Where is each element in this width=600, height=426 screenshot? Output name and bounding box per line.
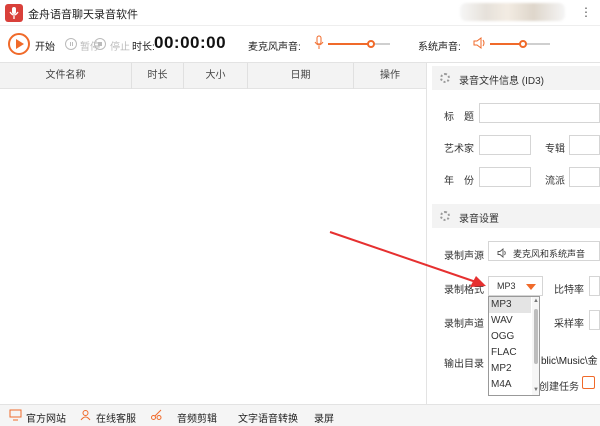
artist-label: 艺术家 (444, 144, 474, 155)
user-support-icon (80, 410, 91, 421)
audio-edit-button[interactable]: 音频剪辑 (177, 410, 217, 425)
system-volume-label: 系统声音: (418, 42, 461, 53)
bottom-toolbar: 官方网站 在线客服 音频剪辑 文字语音转换 录屏 (0, 404, 600, 426)
text-to-speech-button[interactable]: 文字语音转换 (238, 410, 298, 425)
settings-section-header: 录音设置 (432, 204, 600, 228)
duration-value: 00:00:00 (154, 33, 227, 52)
mic-volume-slider[interactable] (328, 40, 390, 48)
format-selected-value: MP3 (497, 281, 516, 291)
id3-section-title: 录音文件信息 (ID3) (459, 76, 544, 87)
format-option-m4a[interactable]: M4A (489, 377, 531, 393)
column-header-size[interactable]: 大小 (184, 63, 248, 89)
column-header-date[interactable]: 日期 (248, 63, 354, 89)
record-control-bar: 开始 暂停 停止 时长: 00:00:00 麦克风声音: 系统声音: (0, 26, 600, 63)
album-input[interactable] (569, 135, 600, 155)
speaker-icon (497, 248, 506, 258)
format-label: 录制格式 (444, 285, 484, 296)
file-list-header: 文件名称 时长 大小 日期 操作 (0, 63, 426, 89)
column-header-actions[interactable]: 操作 (354, 63, 426, 89)
stop-button[interactable]: 停止 (110, 38, 130, 53)
start-record-icon[interactable] (8, 33, 30, 55)
title-label: 标 题 (444, 112, 474, 123)
chevron-down-icon[interactable] (526, 284, 536, 290)
output-dir-label: 输出目录 (444, 359, 484, 370)
samplerate-label: 采样率 (554, 319, 584, 330)
scroll-up-icon[interactable]: ▲ (533, 298, 539, 304)
bitrate-label: 比特率 (554, 285, 584, 296)
channel-label: 录制声道 (444, 319, 484, 330)
mic-volume-label: 麦克风声音: (248, 42, 301, 53)
format-dropdown-list[interactable]: MP3 WAV OGG FLAC MP2 M4A ▲ ▼ (488, 296, 540, 396)
task-icon[interactable] (582, 376, 595, 389)
album-label: 专辑 (545, 144, 565, 155)
format-option-mp2[interactable]: MP2 (489, 361, 531, 377)
pause-icon[interactable] (65, 38, 77, 50)
online-support-link[interactable]: 在线客服 (96, 410, 136, 425)
system-volume-slider[interactable] (490, 40, 550, 48)
artist-input[interactable] (479, 135, 531, 155)
app-title: 金舟语音聊天录音软件 (28, 9, 138, 21)
audio-edit-icon (151, 409, 162, 420)
create-task-label: 创建任务 (539, 382, 579, 393)
panel-divider (426, 63, 427, 404)
audio-source-label: 录制声源 (444, 251, 484, 262)
title-bar: 金舟语音聊天录音软件 ⋮ (0, 0, 600, 26)
user-account-blurred[interactable] (460, 3, 565, 21)
format-option-mp3[interactable]: MP3 (489, 297, 531, 313)
monitor-icon (9, 409, 22, 421)
bitrate-select[interactable] (589, 276, 600, 296)
stop-icon[interactable] (94, 38, 106, 50)
audio-source-value: 麦克风和系统声音 (513, 249, 586, 259)
id3-section-header: 录音文件信息 (ID3) (432, 66, 600, 90)
app-logo-icon (5, 4, 23, 22)
microphone-icon (314, 35, 324, 49)
title-input[interactable] (479, 103, 600, 123)
genre-input[interactable] (569, 167, 600, 187)
dropdown-scrollbar[interactable]: ▲ ▼ (532, 297, 539, 395)
official-website-link[interactable]: 官方网站 (26, 410, 66, 425)
duration-label: 时长: (132, 42, 155, 53)
system-volume-knob[interactable] (519, 40, 527, 48)
scroll-down-icon[interactable]: ▼ (533, 387, 539, 393)
settings-section-title: 录音设置 (459, 214, 499, 225)
screen-record-button[interactable]: 录屏 (314, 410, 334, 425)
format-option-ogg[interactable]: OGG (489, 329, 531, 345)
output-dir-path[interactable]: blic\Music\金 (541, 352, 598, 367)
format-option-wav[interactable]: WAV (489, 313, 531, 329)
gear-icon (440, 73, 450, 83)
gear-icon (440, 211, 450, 221)
format-option-flac[interactable]: FLAC (489, 345, 531, 361)
year-input[interactable] (479, 167, 531, 187)
format-select[interactable]: MP3 (488, 276, 543, 296)
start-record-button[interactable]: 开始 (35, 38, 55, 53)
close-window-icon[interactable]: ⋮ (578, 4, 594, 20)
column-header-duration[interactable]: 时长 (132, 63, 184, 89)
column-header-filename[interactable]: 文件名称 (0, 63, 132, 89)
year-label: 年 份 (444, 176, 474, 187)
speaker-icon (473, 37, 485, 49)
mic-volume-knob[interactable] (367, 40, 375, 48)
file-list[interactable] (0, 89, 426, 404)
samplerate-select[interactable] (589, 310, 600, 330)
genre-label: 流派 (545, 176, 565, 187)
scrollbar-thumb[interactable] (534, 309, 538, 364)
